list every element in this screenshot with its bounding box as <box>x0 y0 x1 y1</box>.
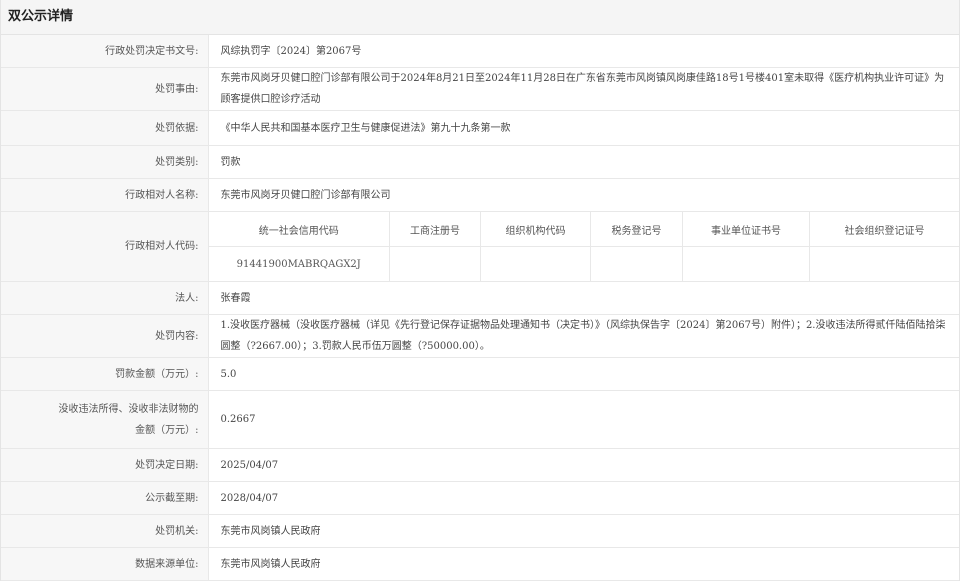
row-source: 数据来源单位: 东莞市风岗镇人民政府 <box>1 547 959 581</box>
category-value: 罚款 <box>208 145 959 179</box>
fine-value: 5.0 <box>208 357 959 391</box>
row-party-code: 行政相对人代码: 统一社会信用代码 工商注册号 组织机构代码 税务登记号 事业单… <box>1 211 960 282</box>
code-value-social-org <box>810 247 960 282</box>
code-header-row: 统一社会信用代码 工商注册号 组织机构代码 税务登记号 事业单位证书号 社会组织… <box>208 212 959 247</box>
row-decision-date: 处罚决定日期: 2025/04/07 <box>1 448 959 482</box>
doc-no-label: 行政处罚决定书文号: <box>1 35 209 68</box>
code-value-institution <box>682 246 810 281</box>
decision-date-value: 2025/04/07 <box>208 448 959 482</box>
row-reason: 处罚事由: 东莞市风岗牙贝健口腔门诊部有限公司于2024年8月21日至2024年… <box>1 67 959 111</box>
code-value-credit: 91441900MABRQAGX2J <box>208 246 390 281</box>
basis-value: 《中华人民共和国基本医疗卫生与健康促进法》第九十九条第一款 <box>208 110 959 146</box>
authority-value: 东莞市风岗镇人民政府 <box>208 514 959 548</box>
content-label: 处罚内容: <box>1 314 209 358</box>
party-code-cell: 统一社会信用代码 工商注册号 组织机构代码 税务登记号 事业单位证书号 社会组织… <box>208 211 960 282</box>
row-confiscation: 没收违法所得、没收非法财物的 金额（万元）: 0.2667 <box>1 390 959 449</box>
confiscation-label-line2: 金额（万元）: <box>135 424 199 436</box>
row-category: 处罚类别: 罚款 <box>1 145 959 179</box>
confiscation-value: 0.2667 <box>208 390 959 449</box>
source-label: 数据来源单位: <box>1 547 209 581</box>
confiscation-label: 没收违法所得、没收非法财物的 金额（万元）: <box>1 390 209 449</box>
code-header-business: 工商注册号 <box>389 212 481 247</box>
code-header-institution: 事业单位证书号 <box>682 212 810 247</box>
row-legal-rep: 法人: 张春霞 <box>1 281 959 315</box>
row-basis: 处罚依据: 《中华人民共和国基本医疗卫生与健康促进法》第九十九条第一款 <box>1 110 959 146</box>
row-fine: 罚款金额（万元）: 5.0 <box>1 357 959 391</box>
basis-label: 处罚依据: <box>1 110 209 146</box>
code-value-org <box>480 246 591 281</box>
row-content: 处罚内容: 1.没收医疗器械（没收医疗器械（详见《先行登记保存证据物品处理通知书… <box>1 314 959 358</box>
party-code-table: 统一社会信用代码 工商注册号 组织机构代码 税务登记号 事业单位证书号 社会组织… <box>208 212 960 282</box>
authority-label: 处罚机关: <box>1 514 209 548</box>
detail-table: 行政处罚决定书文号: 风综执罚字〔2024〕第2067号 处罚事由: 东莞市风岗… <box>1 35 959 581</box>
party-name-label: 行政相对人名称: <box>1 178 209 212</box>
publicity-deadline-value: 2028/04/07 <box>208 481 959 515</box>
code-header-credit: 统一社会信用代码 <box>208 212 390 247</box>
row-authority: 处罚机关: 东莞市风岗镇人民政府 <box>1 514 959 548</box>
reason-value: 东莞市风岗牙贝健口腔门诊部有限公司于2024年8月21日至2024年11月28日… <box>208 67 959 111</box>
row-party-name: 行政相对人名称: 东莞市风岗牙贝健口腔门诊部有限公司 <box>1 178 959 212</box>
fine-label: 罚款金额（万元）: <box>1 357 209 391</box>
code-header-org: 组织机构代码 <box>480 212 591 247</box>
doc-no-value: 风综执罚字〔2024〕第2067号 <box>208 35 959 68</box>
code-value-business <box>389 246 481 281</box>
code-header-social-org: 社会组织登记证号 <box>809 212 959 247</box>
content-value: 1.没收医疗器械（没收医疗器械（详见《先行登记保存证据物品处理通知书（决定书）》… <box>208 314 959 358</box>
confiscation-label-line1: 没收违法所得、没收非法财物的 <box>58 403 199 415</box>
reason-label: 处罚事由: <box>1 67 209 111</box>
party-name-value: 东莞市风岗牙贝健口腔门诊部有限公司 <box>208 178 959 212</box>
legal-rep-label: 法人: <box>1 281 209 315</box>
code-value-tax <box>590 246 683 281</box>
row-publicity-deadline: 公示截至期: 2028/04/07 <box>1 481 959 515</box>
code-header-tax: 税务登记号 <box>590 212 683 247</box>
category-label: 处罚类别: <box>1 145 209 179</box>
source-value: 东莞市风岗镇人民政府 <box>208 547 959 581</box>
legal-rep-value: 张春霞 <box>208 281 959 315</box>
row-doc-no: 行政处罚决定书文号: 风综执罚字〔2024〕第2067号 <box>1 35 959 68</box>
decision-date-label: 处罚决定日期: <box>1 448 209 482</box>
page-title: 双公示详情 <box>1 0 959 35</box>
party-code-label: 行政相对人代码: <box>1 211 209 282</box>
detail-page: 双公示详情 行政处罚决定书文号: 风综执罚字〔2024〕第2067号 处罚事由:… <box>0 0 960 581</box>
publicity-deadline-label: 公示截至期: <box>1 481 209 515</box>
code-value-row: 91441900MABRQAGX2J <box>208 246 960 282</box>
